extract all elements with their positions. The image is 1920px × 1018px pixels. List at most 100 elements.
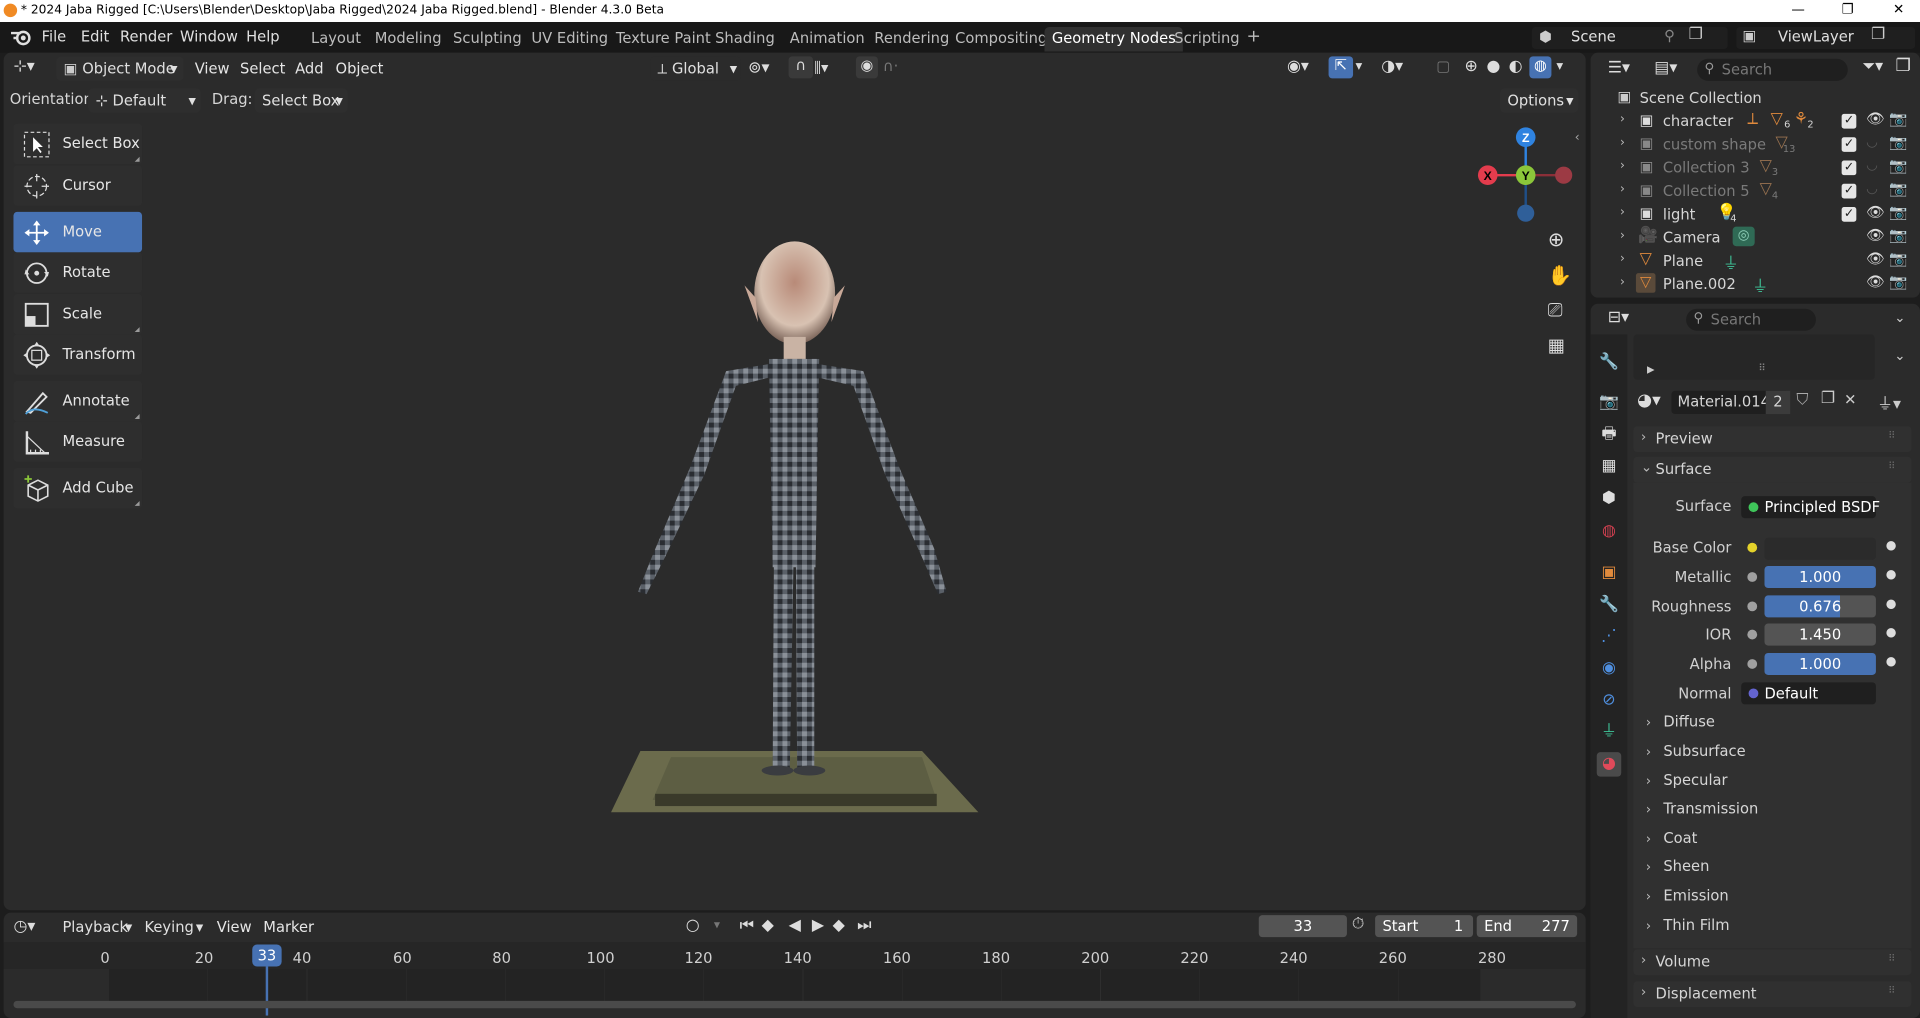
surface-shader-selector[interactable]: Principled BSDF — [1741, 496, 1880, 519]
material-shading-icon[interactable]: ◐ — [1509, 58, 1523, 76]
fake-user-shield-icon[interactable]: ⛉ — [1796, 391, 1808, 409]
playback-menu[interactable]: Playback ▾ — [55, 915, 132, 940]
tool-add-cube[interactable]: Add Cube — [13, 467, 143, 509]
play-reverse-icon[interactable]: ◀ — [789, 916, 801, 934]
subpanel-coat[interactable]: › Coat — [1646, 829, 1698, 846]
playhead-handle[interactable]: 33 — [252, 944, 282, 967]
drag-handle-icon[interactable]: ⠿ — [1888, 985, 1895, 996]
roughness-slider[interactable]: 0.676 — [1764, 595, 1876, 618]
material-browse-icon[interactable]: ⏚▾ — [1877, 391, 1901, 414]
object-tab-icon[interactable]: ▣ — [1597, 561, 1621, 586]
zoom-icon[interactable]: ⊕ — [1548, 228, 1564, 251]
tool-rotate[interactable]: Rotate — [13, 252, 143, 293]
camera-render-icon[interactable]: 📷 — [1889, 227, 1907, 244]
tool-tab-icon[interactable]: 🔧 — [1597, 350, 1621, 375]
metallic-slider[interactable]: 1.000 — [1764, 565, 1876, 589]
gizmo-menu-icon[interactable]: ▾ — [1356, 58, 1363, 74]
tab-modeling[interactable]: Modeling — [367, 27, 449, 52]
subpanel-specular[interactable]: › Specular — [1646, 772, 1728, 789]
auto-keying-icon[interactable]: ○ — [686, 916, 700, 934]
eye-icon[interactable]: 👁 — [1866, 110, 1885, 127]
subpanel-subsurface[interactable]: › Subsurface — [1646, 742, 1746, 759]
world-tab-icon[interactable]: ◍ — [1597, 519, 1621, 544]
render-tab-icon[interactable]: 📷 — [1597, 391, 1621, 416]
displacement-panel-header[interactable]: › Displacement ⠿ — [1633, 981, 1912, 1007]
subpanel-transmission[interactable]: › Transmission — [1646, 800, 1759, 817]
camera-render-icon[interactable]: 📷 — [1889, 180, 1907, 197]
scene-collection-row[interactable]: ▣ Scene Collection — [1591, 87, 1920, 110]
tab-compositing[interactable]: Compositing — [948, 27, 1055, 52]
volume-panel-header[interactable]: › Volume ⠿ — [1633, 949, 1912, 976]
duplicate-material-icon[interactable]: ❐ — [1821, 390, 1835, 408]
expand-arrow-icon[interactable]: › — [1620, 276, 1625, 289]
snap-target-icon[interactable]: ⫼▾ — [814, 59, 828, 77]
minimize-button[interactable]: — — [1791, 1, 1804, 17]
play-icon[interactable]: ▶ — [812, 916, 824, 934]
wireframe-shading-icon[interactable]: ⊕ — [1464, 58, 1477, 76]
options-button[interactable]: Options ▾ — [1500, 88, 1579, 113]
keyframe-dot-icon[interactable]: ● — [1886, 568, 1897, 581]
expand-arrow-icon[interactable]: › — [1620, 183, 1625, 196]
tab-geometry-nodes[interactable]: Geometry Nodes — [1044, 26, 1184, 52]
tool-select-box[interactable]: Select Box — [13, 123, 143, 165]
chevron-down-icon[interactable]: ⌄ — [1894, 348, 1905, 364]
modifier-tab-icon[interactable]: 🔧 — [1597, 593, 1621, 618]
properties-editor-icon[interactable]: ⊟▾ — [1608, 309, 1629, 327]
horizontal-scrollbar[interactable] — [13, 1000, 1576, 1009]
tab-texture-paint[interactable]: Texture Paint — [609, 27, 719, 52]
subpanel-diffuse[interactable]: › Diffuse — [1646, 713, 1715, 730]
snap-toggle-icon[interactable]: ∩ — [788, 56, 814, 79]
exclude-checkbox[interactable]: ✓ — [1841, 207, 1857, 222]
camera-render-icon[interactable]: 📷 — [1889, 273, 1907, 290]
eye-icon[interactable]: 👁 — [1866, 227, 1885, 244]
timeline-menu-marker[interactable]: Marker — [263, 919, 314, 936]
outliner-item-character[interactable]: › ▣ character ⟂ ▽ 6 ⚘ 2 ✓ 👁 📷 — [1591, 110, 1920, 133]
subpanel-sheen[interactable]: › Sheen — [1646, 858, 1710, 875]
tool-transform[interactable]: Transform — [13, 334, 143, 375]
alpha-slider[interactable]: 1.000 — [1764, 652, 1876, 675]
new-collection-icon[interactable]: ❐ — [1896, 56, 1911, 76]
outliner-item-custom-shape[interactable]: › ▣ custom shape ▽ 13 ✓ ◡ 📷 — [1591, 134, 1920, 157]
gizmo-toggle-icon[interactable]: ⇱ — [1328, 56, 1354, 79]
viewport-menu-view[interactable]: View — [195, 60, 230, 77]
next-keyframe-icon[interactable]: ◆ — [833, 916, 845, 934]
outliner-item-camera[interactable]: › 🎥 Camera ◎ 👁 📷 — [1591, 226, 1920, 250]
resize-handle-icon[interactable]: ⠿ — [1758, 363, 1765, 374]
eye-icon[interactable]: 👁 — [1866, 250, 1885, 267]
stopwatch-icon[interactable]: ⏱ — [1352, 915, 1364, 933]
exclude-checkbox[interactable]: ✓ — [1841, 113, 1857, 129]
expand-arrow-icon[interactable]: › — [1620, 252, 1625, 265]
tool-annotate[interactable]: Annotate — [13, 380, 143, 422]
eye-icon[interactable]: 👁 — [1866, 273, 1885, 290]
output-tab-icon[interactable]: 🖶 — [1597, 423, 1621, 448]
proportional-edit-icon[interactable]: ◉ — [855, 56, 878, 79]
tool-cursor[interactable]: Cursor — [13, 165, 143, 206]
drag-handle-icon[interactable]: ⠿ — [1888, 430, 1895, 441]
drag-handle-icon[interactable]: ⠿ — [1888, 461, 1895, 472]
timeline-editor-icon[interactable]: ◷▾ — [13, 918, 35, 936]
tab-layout[interactable]: Layout — [304, 27, 369, 52]
viewport-menu-select[interactable]: Select — [240, 60, 285, 77]
unlink-material-icon[interactable]: ✕ — [1844, 391, 1856, 408]
particles-tab-icon[interactable]: ⋰ — [1597, 625, 1621, 650]
menu-help[interactable]: Help — [246, 28, 280, 45]
editor-type-icon[interactable]: ⊹▾ — [13, 58, 34, 76]
exclude-checkbox[interactable]: ✓ — [1841, 137, 1857, 152]
xray-icon[interactable]: ▢ — [1436, 58, 1450, 75]
drag-dropdown[interactable]: Select Box ▾ — [254, 88, 348, 113]
normal-input[interactable]: Default — [1741, 682, 1876, 705]
surface-panel-header[interactable]: ⌄ Surface ⠿ — [1633, 456, 1912, 483]
base-color-socket-icon[interactable] — [1747, 542, 1758, 553]
expand-arrow-icon[interactable]: › — [1620, 229, 1625, 242]
outliner-item-light[interactable]: › ▣ light 💡 4 ✓ 👁 📷 — [1591, 203, 1920, 226]
eye-hidden-icon[interactable]: ◡ — [1866, 134, 1878, 150]
restore-button[interactable]: ❐ — [1842, 1, 1854, 17]
current-frame-field[interactable]: 33 — [1258, 915, 1347, 938]
pin-icon[interactable]: ⚲ — [1664, 27, 1675, 44]
keyframe-dot-icon[interactable]: ● — [1886, 598, 1897, 611]
add-workspace-button[interactable]: + — [1239, 25, 1268, 50]
filter-icon[interactable]: ⏷▾ — [1862, 58, 1883, 76]
ior-field[interactable]: 1.450 — [1764, 623, 1876, 646]
tool-measure[interactable]: Measure — [13, 421, 143, 462]
tab-uv-editing[interactable]: UV Editing — [524, 27, 615, 52]
